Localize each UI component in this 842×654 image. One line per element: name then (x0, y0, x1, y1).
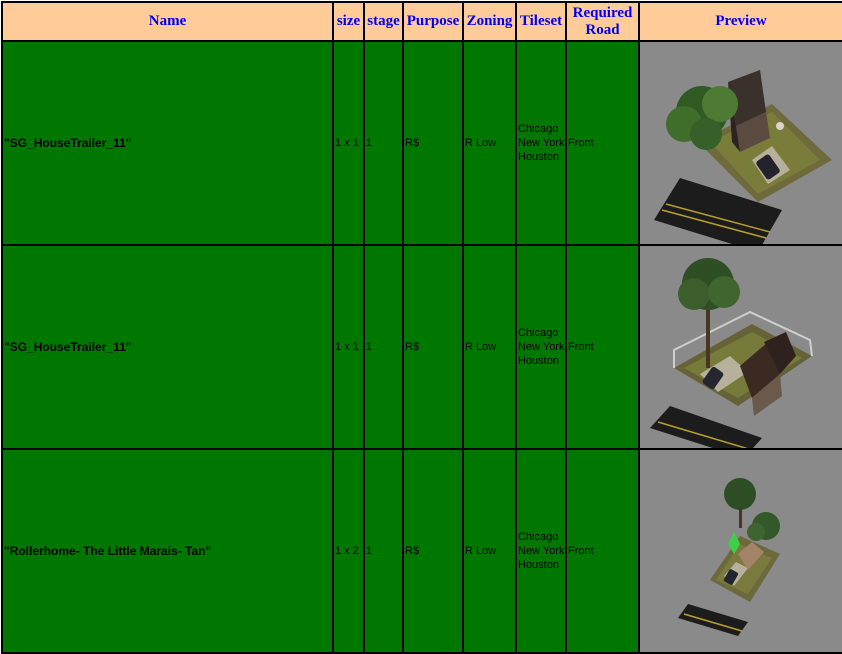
column-header-size: size (334, 3, 365, 42)
column-header-name: Name (3, 3, 334, 42)
lot-size-cell: 1 x 1 (334, 42, 365, 246)
lot-preview-cell (640, 42, 842, 246)
header-row: Name size stage Purpose Zoning Tileset R… (3, 3, 842, 42)
column-header-required-road: Required Road (567, 3, 640, 42)
column-header-tileset: Tileset (517, 3, 567, 42)
lot-required-road-cell: Front (567, 450, 640, 654)
lot-stage-cell: 1 (365, 450, 404, 654)
lot-required-road-cell: Front (567, 42, 640, 246)
lot-name-cell: "Rollerhome- The Little Marais- Tan" (3, 450, 334, 654)
lot-stage-cell: 1 (365, 42, 404, 246)
table-row: "SG_HouseTrailer_11" 1 x 1 1 R$ R Low Ch… (3, 42, 842, 246)
lot-zoning-cell: R Low (464, 246, 517, 450)
lot-name-cell: "SG_HouseTrailer_11" (3, 42, 334, 246)
lot-size-cell: 1 x 2 (334, 450, 365, 654)
lot-tileset-cell: Chicago New York Houston (517, 42, 567, 246)
lot-required-road-cell: Front (567, 246, 640, 450)
column-header-purpose: Purpose (404, 3, 464, 42)
lot-zoning-cell: R Low (464, 42, 517, 246)
lot-preview-image (650, 258, 813, 448)
lot-purpose-cell: R$ (404, 42, 464, 246)
lot-table: Name size stage Purpose Zoning Tileset R… (1, 1, 842, 654)
table-row: "Rollerhome- The Little Marais- Tan" 1 x… (3, 450, 842, 654)
lot-preview-cell (640, 246, 842, 450)
lot-stage-cell: 1 (365, 246, 404, 450)
table-row: "SG_HouseTrailer_11" 1 x 1 1 R$ R Low Ch… (3, 246, 842, 450)
column-header-preview: Preview (640, 3, 842, 42)
lot-tileset-cell: Chicago New York Houston (517, 246, 567, 450)
column-header-stage: stage (365, 3, 404, 42)
lot-size-cell: 1 x 1 (334, 246, 365, 450)
lot-zoning-cell: R Low (464, 450, 517, 654)
lot-tileset-cell: Chicago New York Houston (517, 450, 567, 654)
lot-purpose-cell: R$ (404, 450, 464, 654)
lot-name-cell: "SG_HouseTrailer_11" (3, 246, 334, 450)
lot-purpose-cell: R$ (404, 246, 464, 450)
lot-preview-image (678, 478, 780, 636)
lot-preview-cell (640, 450, 842, 654)
column-header-zoning: Zoning (464, 3, 517, 42)
lot-preview-image (654, 70, 832, 244)
